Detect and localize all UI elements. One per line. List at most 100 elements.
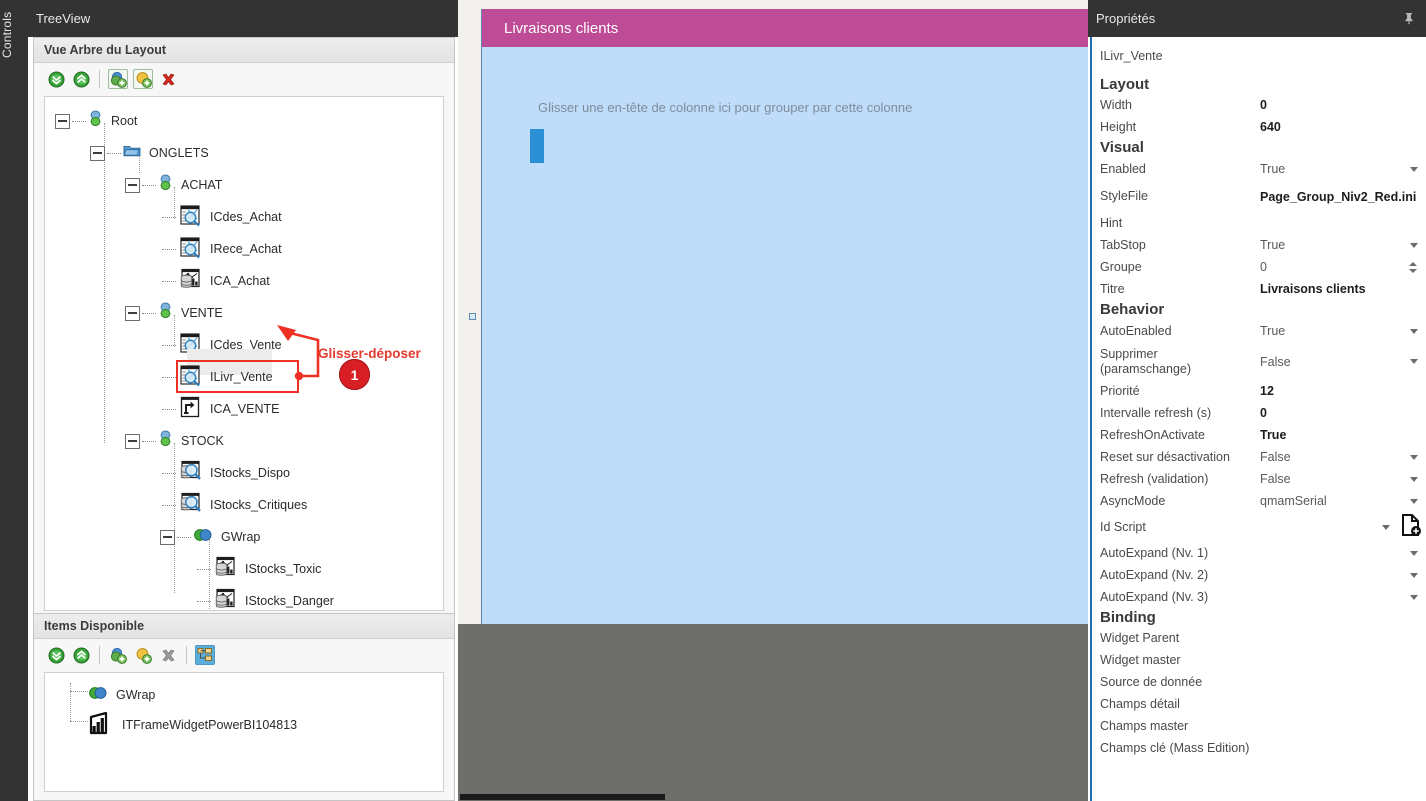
property-row-stylefile[interactable]: StyleFile Page_Group_Niv2_Red.ini	[1092, 181, 1426, 212]
property-row-widget-parent[interactable]: Widget Parent	[1092, 627, 1426, 649]
property-value[interactable]: qmamSerial	[1260, 494, 1410, 508]
property-value[interactable]: True	[1260, 162, 1410, 176]
property-row-autoexpand-2[interactable]: AutoExpand (Nv. 2)	[1092, 564, 1426, 586]
property-row-width[interactable]: Width 0	[1092, 94, 1426, 116]
expand-all-button[interactable]	[46, 69, 66, 89]
property-value[interactable]: Livraisons clients	[1260, 282, 1422, 296]
tree-row[interactable]: ICdes_Achat	[160, 201, 282, 233]
chevron-down-icon[interactable]	[1382, 524, 1390, 530]
delete-button[interactable]	[158, 69, 178, 89]
tree-row[interactable]: IStocks_Danger	[195, 585, 334, 610]
property-row-enabled[interactable]: Enabled True	[1092, 157, 1426, 181]
items-collapse-all-button[interactable]	[71, 645, 91, 665]
property-row-reset-desactivation[interactable]: Reset sur désactivation False	[1092, 446, 1426, 468]
tree-row[interactable]: VENTE	[125, 297, 223, 329]
pin-icon[interactable]	[1402, 11, 1416, 25]
tree-row[interactable]: ICA_Achat	[160, 265, 270, 297]
tree-row[interactable]: ICA_VENTE	[160, 393, 279, 425]
property-row-autoexpand-3[interactable]: AutoExpand (Nv. 3)	[1092, 586, 1426, 608]
property-value[interactable]: True	[1260, 238, 1410, 252]
expander-toggle[interactable]	[125, 177, 140, 193]
spinner-buttons[interactable]	[1409, 261, 1417, 273]
tree-row[interactable]: IStocks_Toxic	[195, 553, 321, 585]
property-value[interactable]: 0	[1260, 98, 1422, 112]
property-value[interactable]: 0	[1260, 260, 1409, 274]
property-row-champs-master[interactable]: Champs master	[1092, 715, 1426, 737]
properties-list[interactable]: ILivr_Vente 2 Layout Width 0 Height 640	[1090, 37, 1426, 801]
expander-toggle[interactable]	[125, 305, 140, 321]
items-available-tree[interactable]: GWrap ITFrameWidgetPowerBI104813	[44, 672, 444, 792]
horizontal-scrollbar[interactable]	[458, 792, 1088, 801]
chevron-down-icon[interactable]	[1410, 359, 1418, 364]
property-value[interactable]: False	[1260, 472, 1410, 486]
property-row-tabstop[interactable]: TabStop True	[1092, 234, 1426, 256]
tree-row[interactable]: IStocks_Dispo	[160, 457, 290, 489]
property-row-champs-cle[interactable]: Champs clé (Mass Edition)	[1092, 737, 1426, 759]
property-label: Reset sur désactivation	[1100, 449, 1230, 464]
collapse-all-button[interactable]	[71, 69, 91, 89]
expander-toggle[interactable]	[125, 433, 140, 449]
chevron-down-icon[interactable]	[1410, 498, 1418, 504]
property-row-refresh-validation[interactable]: Refresh (validation) False	[1092, 468, 1426, 490]
tree-row-label: GWrap	[221, 530, 261, 544]
property-row-refreshonactivate[interactable]: RefreshOnActivate True	[1092, 424, 1426, 446]
property-row-intervalle-refresh[interactable]: Intervalle refresh (s) 0	[1092, 402, 1426, 424]
property-value[interactable]: True	[1260, 428, 1422, 442]
column-placeholder[interactable]	[530, 129, 544, 163]
items-add-item-button[interactable]	[133, 645, 153, 665]
property-row-source-donnee[interactable]: Source de donnée	[1092, 671, 1426, 693]
property-row-autoexpand-1[interactable]: AutoExpand (Nv. 1)	[1092, 542, 1426, 564]
items-delete-button[interactable]	[158, 645, 178, 665]
property-value[interactable]: True	[1260, 324, 1410, 338]
tree-row-label: IStocks_Critiques	[210, 498, 308, 512]
tree-row[interactable]: IRece_Achat	[160, 233, 282, 265]
horizontal-scrollbar-thumb[interactable]	[460, 794, 665, 800]
expander-toggle[interactable]	[160, 529, 175, 545]
property-row-height[interactable]: Height 640	[1092, 116, 1426, 138]
property-row-widget-master[interactable]: Widget master	[1092, 649, 1426, 671]
chevron-down-icon[interactable]	[1410, 166, 1418, 172]
property-value[interactable]: 12	[1260, 384, 1422, 398]
property-row-priorite[interactable]: Priorité 12	[1092, 380, 1426, 402]
chevron-down-icon[interactable]	[1410, 594, 1418, 600]
chevron-down-icon[interactable]	[1410, 476, 1418, 482]
property-value[interactable]: False	[1260, 450, 1410, 464]
tree-layout-toggle-button[interactable]	[195, 645, 215, 665]
list-item[interactable]: ITFrameWidgetPowerBI104813	[84, 709, 297, 741]
chevron-down-icon[interactable]	[1410, 328, 1418, 334]
tree-row[interactable]: GWrap	[160, 521, 260, 553]
property-value[interactable]: False	[1260, 355, 1410, 369]
controls-vertical-tab[interactable]: Controls	[0, 8, 28, 118]
items-expand-all-button[interactable]	[46, 645, 66, 665]
property-row-autoenabled[interactable]: AutoEnabled True	[1092, 319, 1426, 343]
delete-icon	[162, 649, 174, 661]
property-row-champs-detail[interactable]: Champs détail	[1092, 693, 1426, 715]
chevron-down-icon[interactable]	[1410, 572, 1418, 578]
property-row-supprimer[interactable]: Supprimer (paramschange) False	[1092, 343, 1426, 380]
list-item[interactable]: GWrap	[88, 679, 155, 711]
widget-preview[interactable]: Livraisons clients Glisser une en-tête d…	[481, 9, 1088, 624]
new-script-icon[interactable]	[1400, 513, 1422, 542]
property-value[interactable]: 640	[1260, 120, 1422, 134]
chevron-down-icon[interactable]	[1410, 550, 1418, 556]
add-group-button[interactable]	[108, 69, 128, 89]
tree-row[interactable]: ONGLETS	[90, 137, 209, 169]
chevron-down-icon[interactable]	[1410, 454, 1418, 460]
expander-toggle[interactable]	[90, 145, 105, 161]
property-row-groupe[interactable]: Groupe 0	[1092, 256, 1426, 278]
property-row-titre[interactable]: Titre Livraisons clients	[1092, 278, 1426, 300]
property-value[interactable]: Page_Group_Niv2_Red.ini	[1260, 190, 1422, 204]
property-row-id-script[interactable]: Id Script	[1092, 512, 1426, 542]
add-item-button[interactable]	[133, 69, 153, 89]
expander-toggle[interactable]	[55, 113, 70, 129]
tree-row[interactable]: ACHAT	[125, 169, 222, 201]
widget-body[interactable]: Glisser une en-tête de colonne ici pour …	[482, 47, 1088, 624]
panel-splitter-handle[interactable]	[469, 313, 476, 320]
property-row-hint[interactable]: Hint	[1092, 212, 1426, 234]
property-row-asyncmode[interactable]: AsyncMode qmamSerial	[1092, 490, 1426, 512]
items-add-group-button[interactable]	[108, 645, 128, 665]
property-value[interactable]: 0	[1260, 406, 1422, 420]
chevron-down-icon[interactable]	[1410, 242, 1418, 248]
tree-row[interactable]: IStocks_Critiques	[160, 489, 307, 521]
tree-row[interactable]: Root	[55, 105, 137, 137]
